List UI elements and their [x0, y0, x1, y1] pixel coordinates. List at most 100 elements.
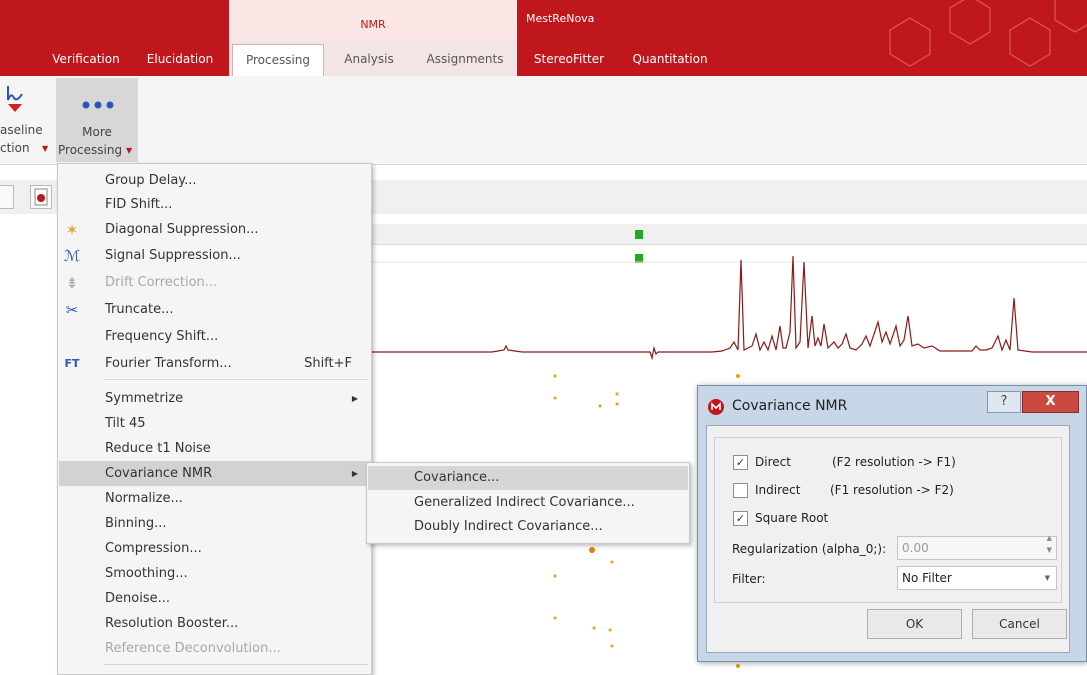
more-processing-menu: Group Delay... FID Shift... ✶ Diagonal S…: [57, 163, 372, 675]
submenu-item-generalized-indirect-covariance[interactable]: Generalized Indirect Covariance...: [368, 491, 688, 515]
menu-item-label: Reference Deconvolution...: [105, 641, 281, 656]
context-label-nmr: NMR: [360, 18, 386, 31]
tab-elucidation[interactable]: Elucidation: [136, 44, 224, 76]
menu-item-reference-deconvolution[interactable]: Reference Deconvolution...: [59, 636, 370, 661]
shortcut-label: Shift+F: [304, 356, 352, 371]
submenu-arrow-icon: ▶: [351, 469, 358, 478]
filter-label: Filter:: [732, 572, 766, 586]
menu-item-label: Resolution Booster...: [105, 616, 239, 631]
menu-item-label: Fourier Transform...: [105, 356, 232, 371]
menu-item-label: Binning...: [105, 516, 167, 531]
dropdown-arrow-icon: ▼: [126, 146, 133, 155]
direct-label: Direct: [755, 455, 791, 469]
more-label-line2: Processing: [58, 143, 123, 157]
submenu-item-label: Doubly Indirect Covariance...: [414, 519, 603, 534]
menu-item-binning[interactable]: Binning...: [59, 511, 370, 536]
diagonal-suppression-icon: ✶: [65, 221, 79, 239]
menu-item-label: Signal Suppression...: [105, 248, 241, 263]
menu-item-signal-suppression[interactable]: ℳ Signal Suppression...: [59, 243, 370, 268]
menu-item-label: Symmetrize: [105, 391, 184, 406]
menu-item-label: Diagonal Suppression...: [105, 222, 259, 237]
menu-item-label: FID Shift...: [105, 197, 173, 212]
indirect-checkbox[interactable]: [733, 483, 748, 498]
menu-item-label: Covariance NMR: [105, 466, 213, 481]
menu-item-group-delay[interactable]: Group Delay...: [59, 168, 370, 193]
menu-item-tilt-45[interactable]: Tilt 45: [59, 411, 370, 436]
fourier-transform-icon: FT: [64, 357, 80, 370]
menu-item-label: Denoise...: [105, 591, 170, 606]
menu-separator: [104, 664, 368, 665]
toolbar-button[interactable]: [0, 185, 14, 209]
submenu-item-doubly-indirect-covariance[interactable]: Doubly Indirect Covariance...: [368, 515, 688, 539]
direct-checkbox[interactable]: ✓: [733, 455, 748, 470]
submenu-item-label: Generalized Indirect Covariance...: [414, 495, 635, 510]
menu-item-fourier-transform[interactable]: FT Fourier Transform... Shift+F: [59, 351, 370, 376]
drift-correction-icon: ⇟: [65, 274, 79, 292]
filter-value: No Filter: [902, 571, 952, 585]
tab-processing[interactable]: Processing: [232, 44, 324, 77]
menu-item-resolution-booster[interactable]: Resolution Booster...: [59, 611, 370, 636]
submenu-arrow-icon: ▶: [351, 394, 358, 403]
menu-item-label: Reduce t1 Noise: [105, 441, 211, 456]
menu-item-frequency-shift[interactable]: Frequency Shift...: [59, 324, 370, 349]
menu-item-symmetrize[interactable]: Symmetrize ▶: [59, 386, 370, 411]
square-root-checkbox[interactable]: ✓: [733, 511, 748, 526]
tab-analysis[interactable]: Analysis: [334, 44, 404, 76]
menu-item-label: Normalize...: [105, 491, 183, 506]
tab-stereofitter[interactable]: StereoFitter: [524, 44, 614, 76]
tab-verification[interactable]: Verification: [38, 44, 134, 76]
signal-suppression-icon: ℳ: [63, 247, 81, 265]
menu-item-truncate[interactable]: ✂ Truncate...: [59, 297, 370, 322]
menu-item-reduce-t1-noise[interactable]: Reduce t1 Noise: [59, 436, 370, 461]
context-group-nmr: NMR: [229, 0, 517, 41]
menu-item-compression[interactable]: Compression...: [59, 536, 370, 561]
cancel-button[interactable]: Cancel: [972, 609, 1067, 639]
toolbar-document-button[interactable]: [30, 185, 52, 209]
spin-up-icon[interactable]: ▲: [1047, 533, 1052, 543]
context-group-mestrenova: MestReNova: [518, 0, 718, 41]
more-label-line1: More: [82, 125, 112, 139]
menu-item-drift-correction[interactable]: ⇟ Drift Correction...: [59, 270, 370, 295]
spectrum-trace: [372, 255, 1087, 361]
menu-item-label: Smoothing...: [105, 566, 188, 581]
document-icon: [34, 188, 48, 206]
ok-button[interactable]: OK: [867, 609, 962, 639]
dialog-title: Covariance NMR: [732, 398, 848, 414]
indirect-label: Indirect: [755, 483, 801, 497]
covariance-submenu: Covariance... Generalized Indirect Covar…: [366, 462, 690, 544]
menu-item-label: Compression...: [105, 541, 202, 556]
menu-item-fid-shift[interactable]: FID Shift...: [59, 192, 370, 217]
truncate-icon: ✂: [65, 301, 79, 319]
tab-quantitation[interactable]: Quantitation: [624, 44, 716, 76]
more-dots-icon: [82, 101, 114, 109]
help-button[interactable]: ?: [987, 391, 1021, 413]
more-processing-button[interactable]: More Processing ▼: [56, 78, 138, 162]
baseline-label-line2: ction: [0, 141, 30, 155]
dropdown-arrow-icon: ▼: [42, 144, 49, 153]
menu-item-label: Frequency Shift...: [105, 329, 219, 344]
menu-separator: [104, 379, 368, 380]
menu-item-label: Truncate...: [105, 302, 174, 317]
square-root-label: Square Root: [755, 511, 829, 525]
menu-item-diagonal-suppression[interactable]: ✶ Diagonal Suppression...: [59, 217, 370, 242]
tab-assignments[interactable]: Assignments: [416, 44, 514, 76]
close-button[interactable]: X: [1022, 391, 1079, 413]
baseline-label-line1: aseline: [0, 123, 43, 137]
menu-item-denoise[interactable]: Denoise...: [59, 586, 370, 611]
direct-note: (F2 resolution -> F1): [832, 455, 956, 469]
filter-select[interactable]: No Filter ▼: [897, 566, 1057, 590]
spin-down-icon[interactable]: ▼: [1047, 545, 1052, 555]
regularization-spinbox[interactable]: 0.00 ▲ ▼: [897, 533, 1057, 560]
submenu-item-covariance[interactable]: Covariance...: [368, 466, 688, 490]
menu-item-covariance-nmr[interactable]: Covariance NMR ▶: [59, 461, 370, 486]
regularization-label: Regularization (alpha_0;):: [732, 542, 887, 556]
help-icon: ?: [1000, 394, 1008, 409]
marker-square: [635, 230, 643, 239]
baseline-correction-button[interactable]: aseline ction ▼: [0, 80, 54, 162]
menu-item-normalize[interactable]: Normalize...: [59, 486, 370, 511]
hexagon-decoration: [889, 0, 1087, 67]
menu-item-label: Tilt 45: [105, 416, 146, 431]
ribbon-panel: [0, 76, 1087, 165]
context-label-mestrenova: MestReNova: [526, 12, 595, 25]
menu-item-smoothing[interactable]: Smoothing...: [59, 561, 370, 586]
